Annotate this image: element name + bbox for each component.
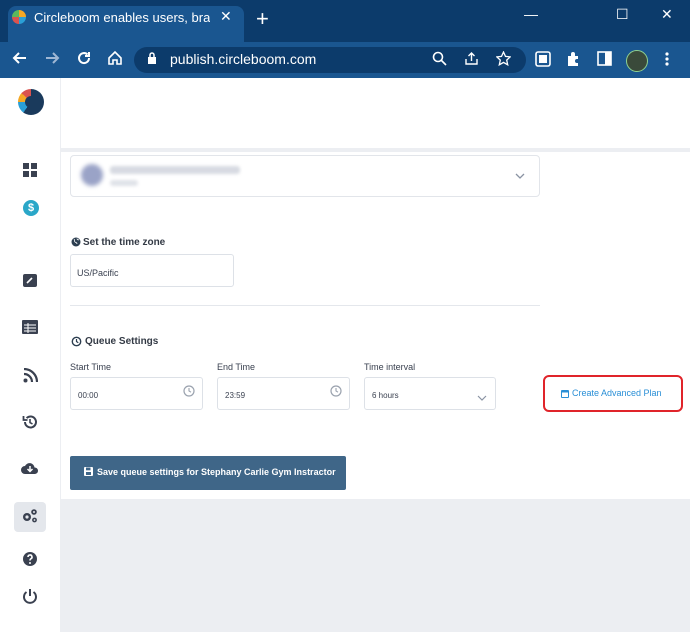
sidebar-item-compose[interactable] bbox=[18, 273, 42, 294]
close-window-button[interactable]: ✕ bbox=[661, 6, 673, 23]
url-text[interactable]: publish.circleboom.com bbox=[170, 51, 316, 67]
sidebar-item-download[interactable] bbox=[18, 461, 42, 480]
lock-icon[interactable] bbox=[147, 52, 157, 67]
table-icon bbox=[22, 320, 38, 334]
maximize-button[interactable]: ☐ bbox=[616, 6, 629, 23]
grid-icon bbox=[23, 163, 37, 177]
logo-center bbox=[25, 96, 37, 108]
time-interval-label: Time interval bbox=[364, 362, 416, 372]
account-handle-blurred bbox=[110, 180, 138, 186]
sidebar-item-dashboard[interactable] bbox=[18, 162, 42, 183]
account-avatar bbox=[81, 164, 103, 186]
divider bbox=[70, 305, 540, 306]
power-icon bbox=[23, 589, 37, 604]
screenshot-icon[interactable] bbox=[535, 51, 551, 71]
help-icon bbox=[23, 552, 37, 566]
share-icon[interactable] bbox=[464, 51, 479, 70]
compose-icon bbox=[23, 274, 37, 287]
reload-icon[interactable] bbox=[76, 50, 92, 70]
account-name-blurred bbox=[110, 166, 240, 174]
sidebar-item-queue[interactable] bbox=[18, 320, 42, 339]
queue-settings-title: Queue Settings bbox=[85, 336, 159, 347]
create-advanced-plan-link[interactable]: Create Advanced Plan bbox=[572, 388, 662, 398]
calendar-icon[interactable] bbox=[561, 389, 569, 400]
tab-title: Circleboom enables users, brand bbox=[34, 10, 210, 25]
timezone-title: Set the time zone bbox=[83, 237, 166, 248]
home-icon[interactable] bbox=[107, 50, 123, 70]
sidebar-item-help[interactable] bbox=[18, 551, 42, 572]
circleboom-favicon-icon bbox=[12, 10, 26, 24]
start-time-label: Start Time bbox=[70, 362, 112, 372]
sidebar-item-pricing[interactable]: $ bbox=[23, 200, 39, 216]
rss-icon bbox=[23, 367, 38, 383]
sidebar-item-history[interactable] bbox=[18, 414, 42, 435]
sidebar-item-logout[interactable] bbox=[18, 588, 42, 609]
cloud-download-icon bbox=[21, 463, 39, 474]
save-icon bbox=[84, 467, 93, 478]
app-header bbox=[60, 78, 690, 148]
clock-icon[interactable] bbox=[330, 385, 342, 400]
new-tab-button[interactable]: + bbox=[256, 8, 269, 30]
forward-icon[interactable] bbox=[44, 50, 60, 70]
extensions-icon[interactable] bbox=[566, 51, 582, 71]
end-time-label: End Time bbox=[217, 362, 256, 372]
minimize-button[interactable]: — bbox=[524, 6, 538, 22]
chevron-down-icon[interactable] bbox=[515, 168, 525, 182]
zoom-icon[interactable] bbox=[432, 51, 447, 70]
save-button-label: Save queue settings for Stephany Carlie … bbox=[97, 467, 336, 477]
queue-settings-icon bbox=[71, 336, 82, 350]
settings-panel bbox=[60, 152, 690, 499]
history-icon bbox=[22, 415, 37, 429]
sidebar-item-rss[interactable] bbox=[18, 367, 42, 388]
profile-avatar[interactable] bbox=[626, 50, 648, 72]
timezone-input[interactable]: US/Pacific bbox=[70, 254, 234, 287]
sidepanel-icon[interactable] bbox=[597, 51, 612, 70]
account-selector[interactable] bbox=[70, 155, 540, 197]
tab-close-icon[interactable]: ✕ bbox=[220, 8, 232, 25]
gears-icon bbox=[23, 509, 37, 523]
star-icon[interactable] bbox=[495, 50, 512, 70]
sidebar-item-settings[interactable] bbox=[18, 508, 42, 529]
kebab-menu-icon[interactable] bbox=[664, 51, 670, 71]
back-icon[interactable] bbox=[12, 50, 28, 70]
chevron-down-icon[interactable] bbox=[477, 390, 487, 404]
globe-icon bbox=[71, 237, 81, 250]
clock-icon[interactable] bbox=[183, 385, 195, 400]
